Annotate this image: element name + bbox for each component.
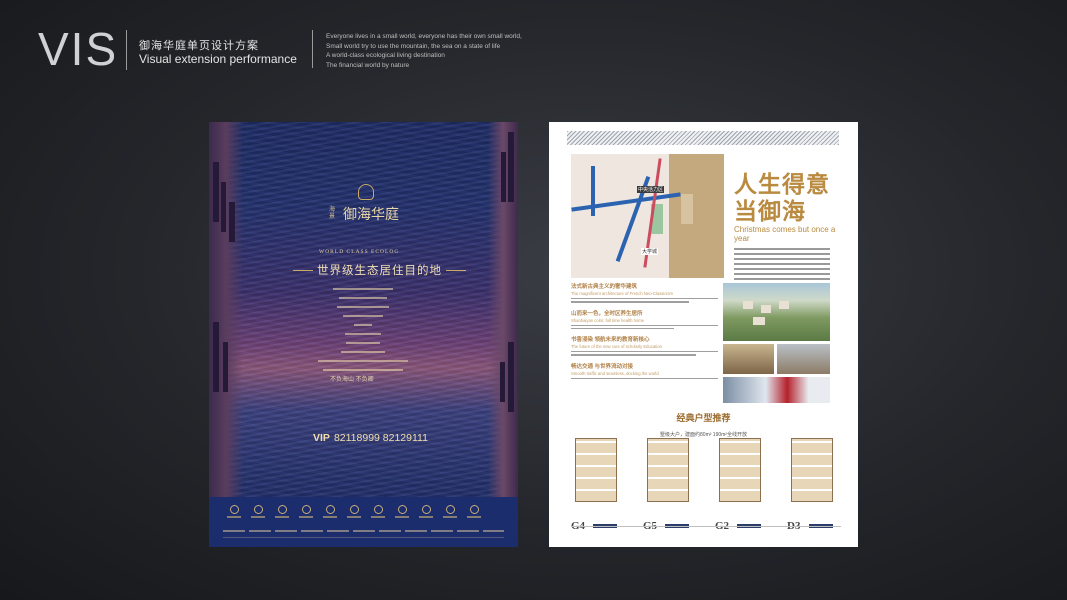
floorplan: G2 xyxy=(713,438,763,532)
map-road xyxy=(571,192,681,212)
floorplan: D3 xyxy=(785,438,835,532)
floorplan-description: 墅级大户，建面约80m² 190m²全线开放 xyxy=(660,432,747,438)
world-class-en: WORLD CLASS ECOLOG xyxy=(319,249,400,255)
floorplan-title: 经典户型推荐 xyxy=(676,413,731,423)
phone-number: VIP 82118999 82129111 xyxy=(313,432,428,444)
brand-name: 御海华庭 xyxy=(343,207,399,223)
section-title: 畅达交通 与世界流动对接 xyxy=(571,363,634,370)
map-area xyxy=(669,154,724,278)
header-divider xyxy=(312,30,313,68)
map-label: 中央活力区 xyxy=(637,186,665,193)
city-skyline-left xyxy=(209,122,243,497)
floorplan: G4 xyxy=(569,438,619,532)
feature-icons xyxy=(227,505,481,518)
feature-icon xyxy=(251,505,265,518)
phone-value: 82118999 82129111 xyxy=(333,432,428,444)
city-skyline-right xyxy=(488,122,518,497)
floorplan-drawing xyxy=(647,438,689,502)
feature-icon xyxy=(347,505,361,518)
section-title: 书香浸染 领航未来的教育新核心 xyxy=(571,337,650,344)
brand-small-text: 海景 xyxy=(329,207,336,220)
divider xyxy=(446,269,466,271)
header-title-en: Visual extension performance xyxy=(139,52,297,66)
header-title-cn: 御海华庭单页设计方案 xyxy=(139,40,259,52)
aerial-photo xyxy=(723,283,830,341)
footer-address xyxy=(223,530,504,532)
building-photo xyxy=(723,344,774,374)
floorplan-drawing xyxy=(791,438,833,502)
feature-sections: 法式新古典主义的奢华建筑 The magnificent architectur… xyxy=(571,284,718,387)
poster-back: 中央活力区 大学城 人生得意当御海 Christmas comes but on… xyxy=(549,122,858,547)
section-title: 法式新古典主义的奢华建筑 xyxy=(571,284,638,290)
feature-section: 法式新古典主义的奢华建筑 The magnificent architectur… xyxy=(571,284,718,303)
world-class-headline: 世界级生态居住目的地 xyxy=(293,262,466,278)
section-subtitle: Smooth traffic and seamless, docking the… xyxy=(571,370,659,376)
map-park xyxy=(681,194,693,224)
feature-icon xyxy=(395,505,409,518)
floorplan: G5 xyxy=(641,438,691,532)
feature-section: 书香浸染 领航未来的教育新核心 The future of the new co… xyxy=(571,337,718,356)
headline-cn: 人生得意当御海 xyxy=(734,172,830,225)
vis-logo: VIS xyxy=(38,23,119,75)
brand-logo: 海景 御海华庭 xyxy=(329,204,399,224)
section-title: 山而来一色，全时区养生居所 xyxy=(571,310,643,317)
feature-icon xyxy=(227,505,241,518)
footer-fineprint xyxy=(223,537,504,538)
poster-footer xyxy=(209,497,518,547)
floorplan-drawing xyxy=(575,438,617,502)
stripe-header xyxy=(567,131,839,145)
headline-en: Christmas comes but once a year xyxy=(734,225,836,243)
tagline-line: The financial world by nature xyxy=(326,61,410,69)
feature-section: 畅达交通 与世界流动对接 Smooth traffic and seamless… xyxy=(571,363,718,380)
section-subtitle: The magnificent architecture of French N… xyxy=(571,291,673,296)
feature-icon xyxy=(323,505,337,518)
section-subtitle: Shanhaiyan color, full time health home xyxy=(571,317,645,323)
map-road xyxy=(591,166,595,216)
feature-icon xyxy=(443,505,457,518)
location-map: 中央活力区 大学城 xyxy=(571,154,724,278)
header-divider xyxy=(126,30,127,70)
feature-icon xyxy=(419,505,433,518)
feature-icon xyxy=(467,505,481,518)
poster-front: 海景 御海华庭 WORLD CLASS ECOLOG 世界级生态居住目的地 不负… xyxy=(209,122,518,547)
tagline-line: Small world try to use the mountain, the… xyxy=(326,42,501,50)
header-tagline: Everyone lives in a small world, everyon… xyxy=(326,32,522,70)
section-subtitle: The future of the new core of scholarly … xyxy=(571,344,663,350)
map-label: 大学城 xyxy=(641,248,659,255)
building-photo xyxy=(777,344,830,374)
body-copy xyxy=(318,288,408,378)
world-class-cn: 世界级生态居住目的地 xyxy=(317,263,442,277)
feature-section: 山而来一色，全时区养生居所 Shanhaiyan color, full tim… xyxy=(571,311,718,330)
tagline-line: A world-class ecological living destinat… xyxy=(326,52,445,60)
train-photo xyxy=(723,377,830,403)
feature-icon xyxy=(275,505,289,518)
feature-icon xyxy=(371,505,385,518)
fine-print xyxy=(571,526,841,530)
divider xyxy=(293,269,313,271)
floorplan-drawing xyxy=(719,438,761,502)
floorplan-list: G4 G5 G2 D3 xyxy=(569,438,835,532)
vip-label: VIP xyxy=(313,432,330,444)
tagline-line: Everyone lives in a small world, everyon… xyxy=(326,33,522,40)
crest-icon xyxy=(358,184,374,200)
slogan: 不负海山 不负卿 xyxy=(330,377,374,383)
intro-copy xyxy=(734,248,830,288)
feature-icon xyxy=(299,505,313,518)
